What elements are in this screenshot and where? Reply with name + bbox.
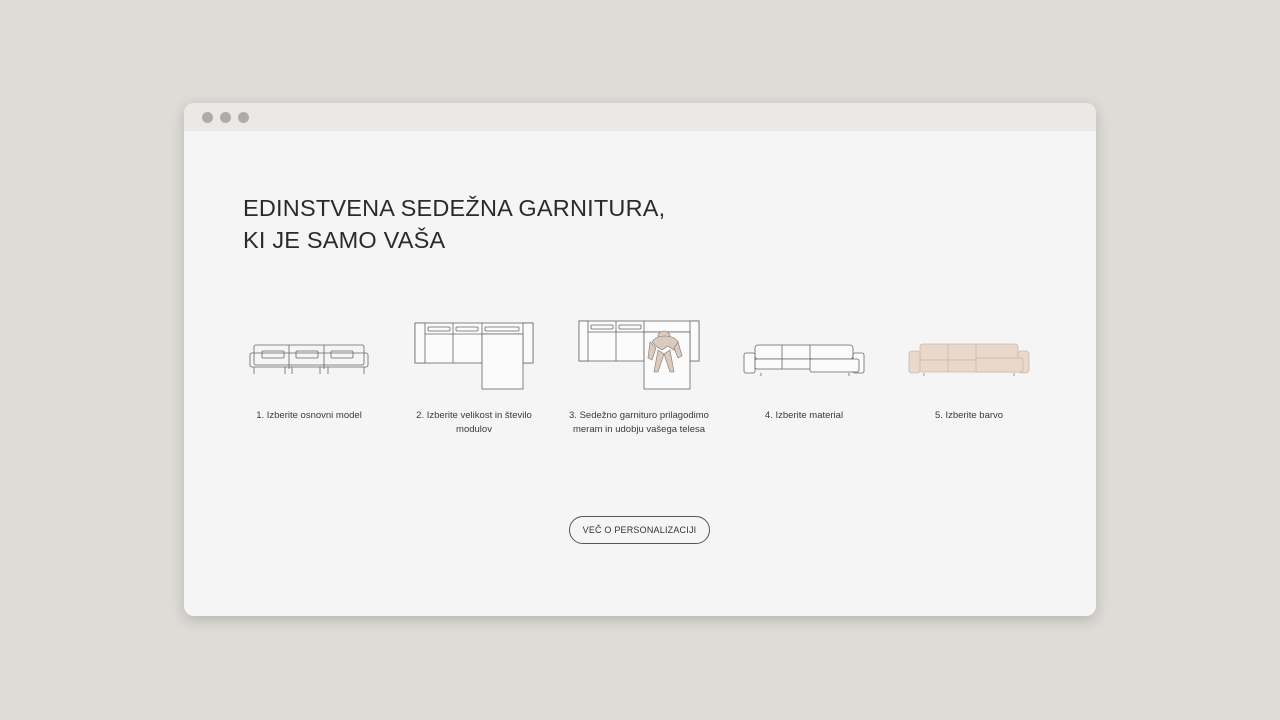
- sofa-outline-icon: [249, 344, 369, 374]
- window-dot-2[interactable]: [220, 112, 231, 123]
- step-1-label: 1. Izberite osnovni model: [256, 410, 362, 421]
- colored-sofa-icon: [908, 343, 1030, 376]
- step-2-label: 2. Izberite velikost in število modulov: [416, 410, 532, 435]
- step-1: 1. Izberite osnovni model: [234, 309, 384, 423]
- step-3-label: 3. Sedežno garnituro prilagodimo meram i…: [569, 410, 709, 435]
- step-5: 5. Izberite barvo: [894, 309, 1044, 423]
- step-5-label: 5. Izberite barvo: [934, 410, 1004, 421]
- window-dot-3[interactable]: [238, 112, 249, 123]
- window-titlebar: [184, 103, 1096, 131]
- window-dot-1[interactable]: [202, 112, 213, 123]
- modular-sofa-topview-icon: [414, 322, 534, 390]
- step-4: 4. Izberite material: [729, 309, 879, 423]
- step-4-label: 4. Izberite material: [764, 410, 844, 421]
- page-title-line-1: EDINSTVENA SEDEŽNA GARNITURA,: [243, 195, 666, 221]
- corner-sofa-outline-icon: [743, 344, 865, 376]
- sofa-with-person-icon: [578, 320, 700, 390]
- step-2: 2. Izberite velikost in število modulov: [399, 309, 549, 437]
- page-title: EDINSTVENA SEDEŽNA GARNITURA, KI JE SAMO…: [243, 192, 665, 256]
- step-3: 3. Sedežno garnituro prilagodimo meram i…: [564, 309, 714, 437]
- page-title-line-2: KI JE SAMO VAŠA: [243, 227, 446, 253]
- personalization-button[interactable]: VEČ O PERSONALIZACIJI: [569, 516, 710, 544]
- browser-window: EDINSTVENA SEDEŽNA GARNITURA, KI JE SAMO…: [184, 103, 1096, 616]
